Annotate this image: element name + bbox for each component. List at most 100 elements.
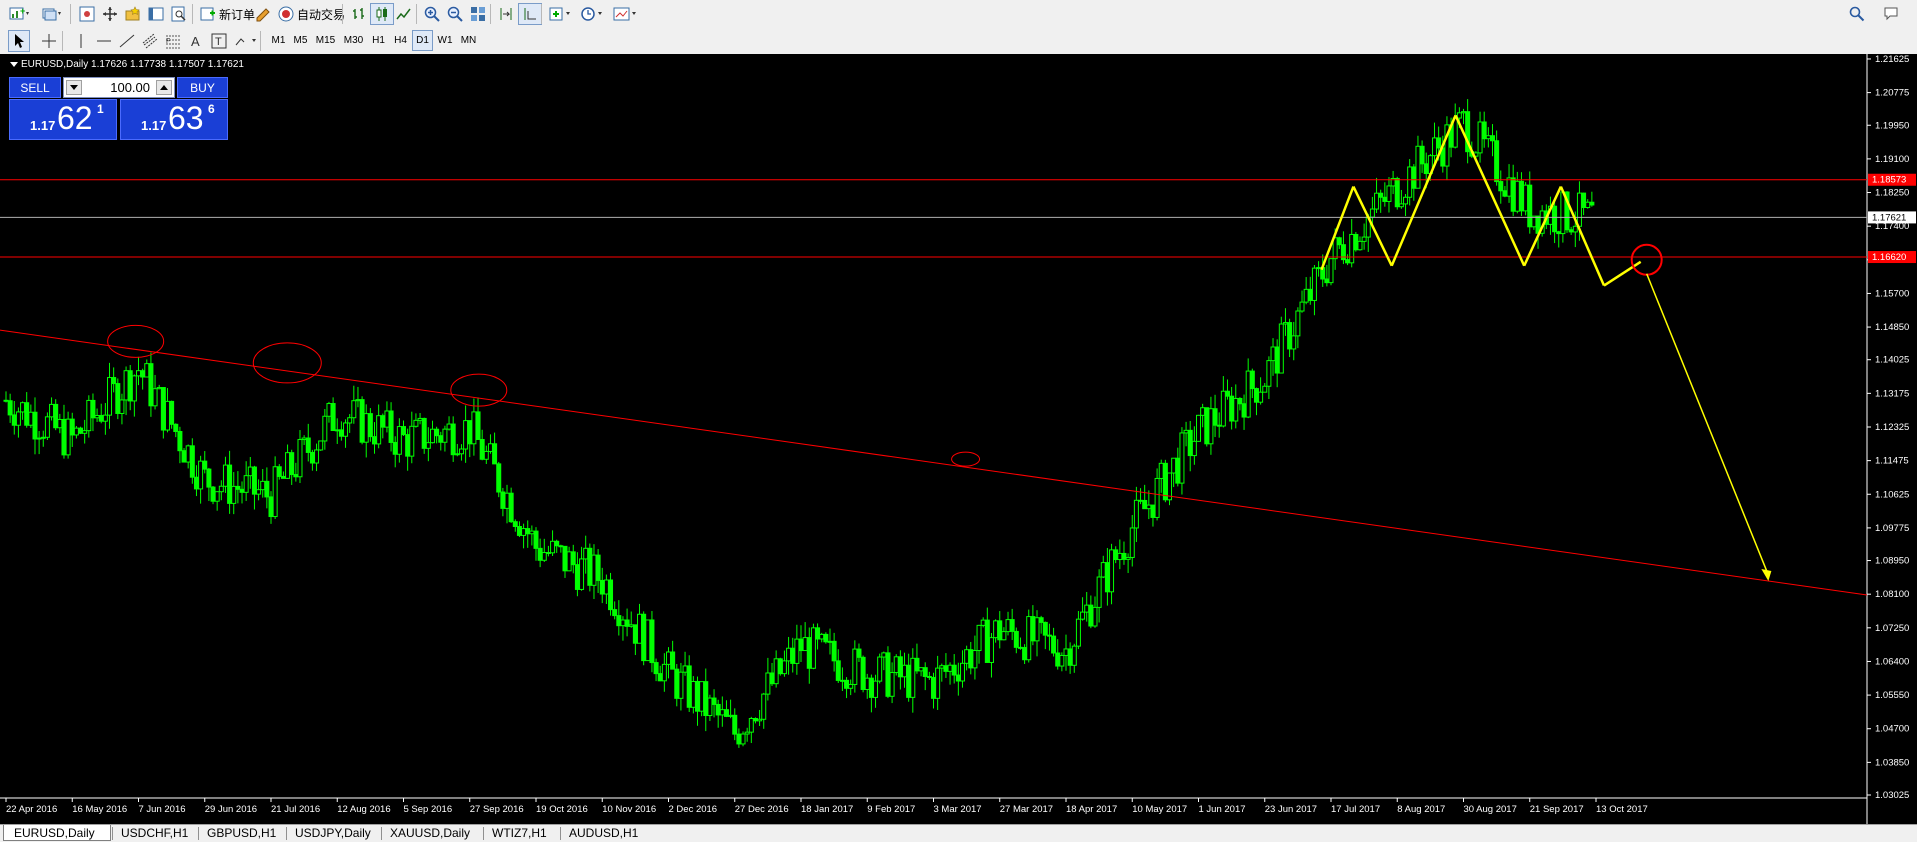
market-watch-button[interactable]	[76, 3, 98, 25]
auto-trading-button[interactable]: 自动交易	[275, 3, 348, 25]
zoom-out-button[interactable]	[444, 3, 466, 25]
candle-body	[1489, 135, 1495, 142]
candle-body	[218, 485, 224, 493]
candlestick-button[interactable]	[370, 3, 394, 25]
candle-body	[1125, 556, 1131, 560]
tab-audusd-h1[interactable]: AUDUSD,H1	[559, 825, 645, 841]
candle-body	[752, 718, 758, 722]
search-button[interactable]	[1846, 3, 1868, 25]
candle-body	[678, 671, 684, 699]
candle-body	[334, 429, 340, 432]
time-tick-label: 12 Aug 2016	[337, 804, 390, 815]
templates-button[interactable]	[610, 3, 642, 25]
star-folder-icon	[125, 6, 140, 21]
metaeditor-button[interactable]	[252, 3, 274, 25]
timeframe-m30[interactable]: M30	[340, 30, 367, 51]
touch-marker-ellipse[interactable]	[951, 451, 981, 467]
fibonacci-button[interactable]: F	[162, 30, 184, 52]
line-chart-button[interactable]	[393, 3, 415, 25]
vertical-line-button[interactable]	[70, 30, 92, 52]
bar-chart-button[interactable]	[348, 3, 370, 25]
buy-price-quote[interactable]: 1.17 63 6	[120, 99, 228, 140]
chart-canvas[interactable]: 1.216251.207751.199501.191001.182501.174…	[0, 54, 1917, 824]
trendline-button[interactable]	[116, 30, 138, 52]
crosshair-tool-button[interactable]	[38, 30, 60, 52]
timeframe-m15[interactable]: M15	[312, 30, 339, 51]
timeframe-h4[interactable]: H4	[390, 30, 411, 51]
lot-size-field[interactable]: 100.00	[63, 77, 175, 98]
horizontal-line-button[interactable]	[93, 30, 115, 52]
lot-decrease-button[interactable]	[66, 80, 82, 95]
candle-body	[661, 663, 667, 682]
channel-button[interactable]	[139, 30, 161, 52]
auto-scroll-button[interactable]	[495, 3, 517, 25]
tester-button[interactable]	[168, 3, 190, 25]
text-label-button[interactable]: T	[208, 30, 230, 52]
timeframe-h1[interactable]: H1	[368, 30, 389, 51]
chart-shift-button[interactable]	[518, 3, 542, 25]
zoom-in-button[interactable]	[421, 3, 443, 25]
candle-body	[595, 554, 601, 581]
price-chart[interactable]: 1.21625 1.20775 1.19950 1.19100 1.18250 1.174…	[0, 54, 1917, 824]
candle-body	[1291, 335, 1297, 350]
touch-marker-ellipse[interactable]	[450, 373, 508, 407]
candle-body	[1055, 652, 1061, 667]
retest-circle[interactable]	[1630, 243, 1663, 276]
trendline-icon	[119, 34, 135, 48]
candle-body	[32, 411, 38, 440]
candle-body	[918, 667, 924, 672]
tab-xauusd-daily[interactable]: XAUUSD,Daily	[380, 825, 482, 841]
projection-arrow[interactable]	[1645, 273, 1770, 576]
new-chart-button[interactable]: +	[6, 3, 34, 25]
candle-body	[959, 662, 965, 682]
cursor-tool-button[interactable]	[8, 30, 30, 52]
tab-eurusd-daily[interactable]: EURUSD,Daily	[3, 825, 111, 841]
candle-body	[1262, 385, 1268, 393]
sell-button[interactable]: SELL	[9, 77, 61, 98]
touch-marker-ellipse[interactable]	[107, 324, 165, 358]
touch-marker-ellipse[interactable]	[252, 342, 322, 384]
sell-price-quote[interactable]: 1.17 62 1	[9, 99, 117, 140]
descending-trendline[interactable]	[0, 329, 1868, 596]
indicators-button[interactable]	[546, 3, 576, 25]
candlestick-icon	[376, 7, 387, 21]
candle-body	[231, 485, 237, 504]
new-order-button[interactable]: 新订单	[197, 3, 258, 25]
candle-body	[1229, 395, 1235, 422]
timeframe-m5[interactable]: M5	[290, 30, 311, 51]
candle-body	[1117, 552, 1123, 561]
timeframe-mn[interactable]: MN	[457, 30, 480, 51]
timeframe-m1[interactable]: M1	[268, 30, 289, 51]
candle-body	[380, 415, 386, 428]
tab-usdjpy-daily[interactable]: USDJPY,Daily	[285, 825, 380, 841]
candle-body	[169, 400, 175, 425]
lot-increase-button[interactable]	[156, 80, 172, 95]
candle-body	[550, 540, 556, 554]
pattern-arrow-segment[interactable]	[1603, 260, 1642, 287]
candle-body	[338, 429, 344, 437]
candle-body	[1026, 616, 1032, 661]
candle-body	[1303, 288, 1309, 303]
favorites-button[interactable]	[122, 3, 144, 25]
terminal-button[interactable]	[145, 3, 167, 25]
chat-button[interactable]	[1880, 3, 1904, 25]
tab-gbpusd-h1[interactable]: GBPUSD,H1	[197, 825, 285, 841]
candle-body	[276, 466, 282, 477]
tab-wtiz7-h1[interactable]: WTIZ7,H1	[482, 825, 559, 841]
candle-body	[1009, 619, 1015, 632]
profiles-button[interactable]	[38, 3, 66, 25]
candle-body	[1336, 237, 1342, 246]
buy-button[interactable]: BUY	[177, 77, 228, 98]
chart-menu-triangle-icon[interactable]	[10, 62, 18, 67]
tab-usdchf-h1[interactable]: USDCHF,H1	[111, 825, 197, 841]
tile-windows-button[interactable]	[467, 3, 489, 25]
candle-body	[599, 579, 605, 595]
text-tool-button[interactable]: A	[185, 30, 207, 52]
timeframe-d1[interactable]: D1	[412, 30, 433, 51]
periods-button[interactable]	[578, 3, 608, 25]
timeframe-w1[interactable]: W1	[434, 30, 456, 51]
price-tick-label: 1.04700	[1875, 724, 1909, 735]
navigator-button[interactable]	[99, 3, 121, 25]
candle-body	[1034, 617, 1040, 642]
arrows-button[interactable]	[231, 30, 263, 52]
